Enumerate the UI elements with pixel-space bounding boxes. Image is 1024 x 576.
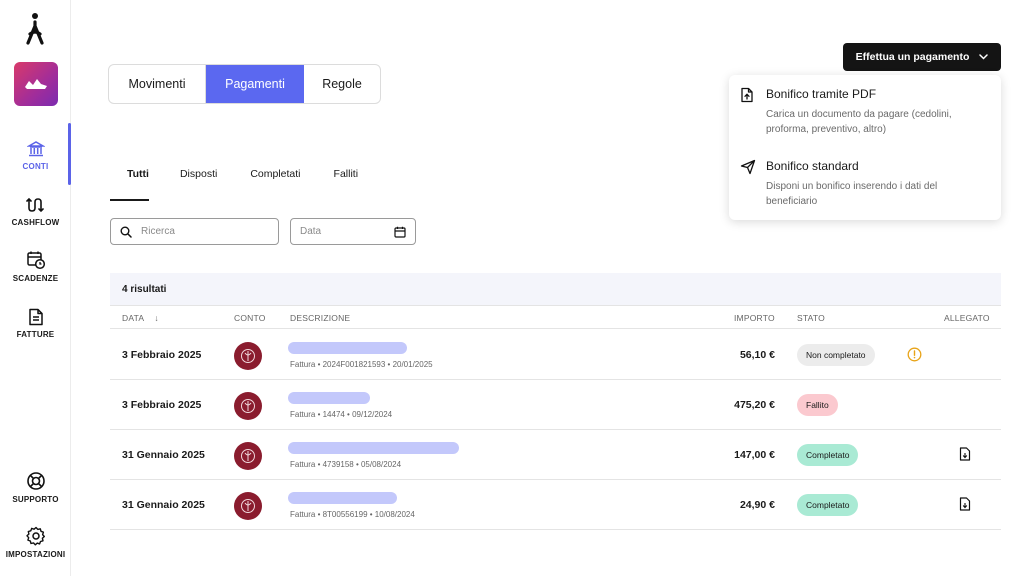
row-date: 31 Gennaio 2025 <box>122 449 205 461</box>
bank-logo-icon <box>234 342 262 370</box>
sidebar-item-cashflow[interactable]: CASHFLOW <box>0 196 71 227</box>
search-input[interactable]: Ricerca <box>110 218 279 245</box>
table-row[interactable]: 31 Gennaio 2025 Fattura • 8T00556199 • 1… <box>110 480 1001 530</box>
header-date[interactable]: DATA ↓ <box>122 313 159 323</box>
subtab-falliti[interactable]: Falliti <box>334 160 359 192</box>
sidebar-item-scadenze[interactable]: SCADENZE <box>0 250 71 283</box>
sidebar-item-supporto[interactable]: SUPPORTO <box>0 471 71 504</box>
menu-item-description: Disponi un bonifico inserendo i dati del… <box>766 181 938 207</box>
subtab-completati[interactable]: Completati <box>250 160 300 192</box>
row-date: 3 Febbraio 2025 <box>122 349 202 361</box>
calendar-icon <box>394 226 406 238</box>
tab-movimenti[interactable]: Movimenti <box>109 65 206 103</box>
subtab-disposti[interactable]: Disposti <box>180 160 217 192</box>
header-amount: IMPORTO <box>734 313 775 323</box>
row-amount: 56,10 € <box>739 349 775 361</box>
sidebar: CONTI CASHFLOW SCADENZE FATTURE SUPPORTO <box>0 0 71 576</box>
redacted-description <box>288 342 407 354</box>
row-date: 31 Gennaio 2025 <box>122 499 205 511</box>
sort-arrow-icon: ↓ <box>154 313 159 323</box>
sidebar-item-label: SUPPORTO <box>12 495 59 504</box>
file-upload-icon <box>741 87 753 103</box>
row-subtitle: Fattura • 2024F001821593 • 20/01/2025 <box>290 360 433 369</box>
calendar-clock-icon <box>26 251 45 270</box>
bank-logo-icon <box>234 442 262 470</box>
sidebar-item-label: SCADENZE <box>12 274 59 283</box>
status-badge: Non completato <box>797 344 875 366</box>
row-amount: 24,90 € <box>739 499 775 511</box>
table-row[interactable]: 3 Febbraio 2025 Fattura • 14474 • 09/12/… <box>110 380 1001 430</box>
redacted-description <box>288 492 397 504</box>
status-filter-tabs: Tutti Disposti Completati Falliti <box>110 160 391 201</box>
warning-icon[interactable] <box>907 347 922 362</box>
status-badge: Completato <box>797 494 859 516</box>
pdf-attachment-icon[interactable] <box>959 447 971 461</box>
search-icon <box>120 226 132 238</box>
redacted-description <box>288 392 370 404</box>
row-subtitle: Fattura • 14474 • 09/12/2024 <box>290 410 393 419</box>
row-subtitle: Fattura • 8T00556199 • 10/08/2024 <box>290 510 415 519</box>
cashflow-icon <box>25 197 44 213</box>
row-subtitle: Fattura • 4739158 • 05/08/2024 <box>290 460 402 469</box>
redacted-description <box>288 442 459 454</box>
row-amount: 475,20 € <box>734 399 775 411</box>
row-amount: 147,00 € <box>734 449 775 461</box>
subtab-tutti[interactable]: Tutti <box>110 160 149 201</box>
sidebar-item-label: IMPOSTAZIONI <box>5 550 66 559</box>
menu-item-description: Carica un documento da pagare (cedolini,… <box>766 109 952 135</box>
menu-item-pdf-transfer[interactable]: Bonifico tramite PDF Carica un documento… <box>729 75 1001 147</box>
menu-item-title: Bonifico standard <box>766 159 859 173</box>
header-account: CONTO <box>234 313 266 323</box>
sidebar-item-fatture[interactable]: FATTURE <box>0 308 71 339</box>
document-icon <box>28 308 43 326</box>
date-placeholder: Data <box>300 226 322 237</box>
lifebuoy-icon <box>26 472 45 490</box>
status-badge: Completato <box>797 444 859 466</box>
table-header: DATA ↓ CONTO DESCRIZIONE IMPORTO STATO A… <box>110 305 1001 329</box>
chevron-down-icon <box>979 54 989 60</box>
bank-icon <box>26 141 45 157</box>
make-payment-button[interactable]: Effettua un pagamento <box>843 43 1001 71</box>
table-row[interactable]: 3 Febbraio 2025 Fattura • 2024F001821593… <box>110 330 1001 380</box>
app-logo-icon[interactable] <box>22 12 48 46</box>
tab-regole[interactable]: Regole <box>304 65 380 103</box>
sidebar-item-label: FATTURE <box>16 330 55 339</box>
pdf-attachment-icon[interactable] <box>959 497 971 511</box>
header-status: STATO <box>797 313 825 323</box>
table-row[interactable]: 31 Gennaio 2025 Fattura • 4739158 • 05/0… <box>110 430 1001 480</box>
gear-icon <box>25 526 45 546</box>
status-badge: Fallito <box>797 394 838 416</box>
menu-item-standard-transfer[interactable]: Bonifico standard Disponi un bonifico in… <box>729 147 1001 220</box>
results-count: 4 risultati <box>110 273 1001 305</box>
make-payment-label: Effettua un pagamento <box>855 51 970 63</box>
row-date: 3 Febbraio 2025 <box>122 399 202 411</box>
menu-item-title: Bonifico tramite PDF <box>766 87 877 101</box>
sidebar-item-label: CONTI <box>22 162 49 171</box>
date-filter[interactable]: Data <box>290 218 416 245</box>
sidebar-item-conti[interactable]: CONTI <box>0 140 71 171</box>
tab-pagamenti[interactable]: Pagamenti <box>206 65 304 103</box>
payment-options-menu: Bonifico tramite PDF Carica un documento… <box>729 75 1001 220</box>
cloud-icon <box>25 79 47 89</box>
header-description: DESCRIZIONE <box>290 313 351 323</box>
send-icon <box>740 159 756 175</box>
search-placeholder: Ricerca <box>141 226 175 237</box>
bank-logo-icon <box>234 492 262 520</box>
sidebar-item-label: CASHFLOW <box>11 218 60 227</box>
bank-logo-icon <box>234 392 262 420</box>
header-attachment: ALLEGATO <box>944 313 990 323</box>
sidebar-item-impostazioni[interactable]: IMPOSTAZIONI <box>0 526 71 559</box>
workspace-avatar[interactable] <box>14 62 58 106</box>
view-switcher: Movimenti Pagamenti Regole <box>108 64 381 104</box>
